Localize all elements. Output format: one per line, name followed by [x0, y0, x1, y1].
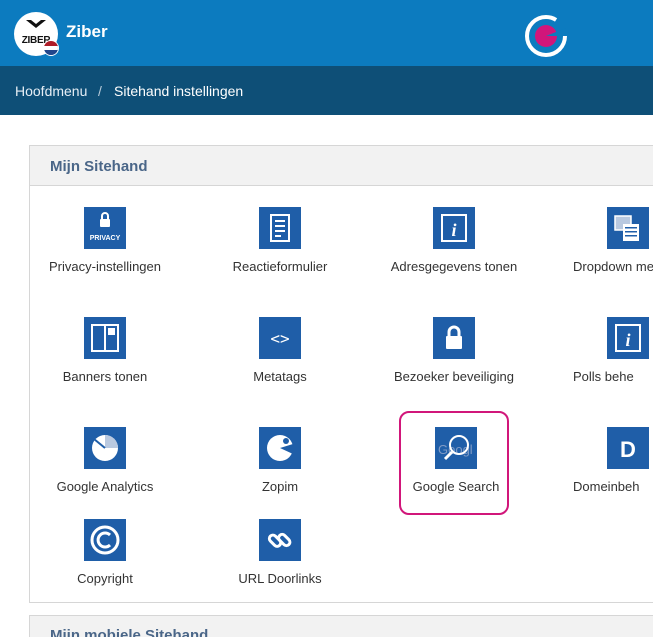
top-bar: ZIBER Ziber	[0, 0, 653, 66]
tile-bezoeker-beveiliging[interactable]: Bezoeker beveiliging	[394, 317, 514, 421]
tile-reactieformulier[interactable]: Reactieformulier	[225, 207, 335, 311]
search-magnifier-icon: Googl	[435, 427, 477, 469]
tile-metatags[interactable]: <> Metatags	[225, 317, 335, 421]
breadcrumb-current: Sitehand instellingen	[114, 83, 244, 99]
copyright-icon	[84, 519, 126, 561]
privacy-icon-text: PRIVACY	[90, 235, 121, 242]
tile-label: Copyright	[77, 571, 133, 586]
chat-icon	[259, 427, 301, 469]
tile-label: Domeinbeh	[573, 479, 640, 494]
tile-label: Banners tonen	[62, 369, 148, 384]
link-chain-icon	[259, 519, 301, 561]
tile-banners-tonen[interactable]: Banners tonen	[50, 317, 160, 421]
panel2-title: Mijn mobiele Sitehand	[50, 627, 209, 637]
breadcrumb: Hoofdmenu / Sitehand instellingen	[0, 66, 653, 115]
tile-label: Bezoeker beveiliging	[394, 369, 514, 384]
code-tags-icon: <>	[259, 317, 301, 359]
tile-label: Adresgegevens tonen	[390, 259, 518, 274]
mijn-mobiele-sitehand-panel: Mijn mobiele Sitehand	[29, 615, 653, 637]
tile-label: Metatags	[253, 369, 307, 384]
form-icon	[259, 207, 301, 249]
tile-domeinbeheer[interactable]: D Domeinbeh	[573, 427, 653, 531]
analytics-pie-icon	[84, 427, 126, 469]
breadcrumb-separator: /	[98, 83, 102, 99]
dutch-flag-icon	[43, 40, 59, 56]
tile-zopim[interactable]: Zopim	[225, 427, 335, 531]
tile-google-analytics[interactable]: Google Analytics	[50, 427, 160, 531]
ziber-bird-icon	[26, 20, 46, 28]
svg-text:i: i	[625, 330, 630, 350]
tile-label: Zopim	[261, 479, 299, 494]
tile-copyright[interactable]: Copyright	[50, 519, 160, 623]
panel-title: Mijn Sitehand	[50, 158, 148, 175]
tile-label: Privacy-instellingen	[49, 259, 161, 274]
info-icon: i	[433, 207, 475, 249]
tile-privacy-instellingen[interactable]: PRIVACY Privacy-instellingen	[49, 207, 161, 311]
ziber-logo[interactable]: ZIBER	[14, 12, 59, 56]
tile-label: Polls behe	[573, 369, 634, 384]
info-icon: i	[607, 317, 649, 359]
banner-icon	[84, 317, 126, 359]
tile-adresgegevens-tonen[interactable]: i Adresgegevens tonen	[391, 207, 517, 311]
tile-google-search[interactable]: Googl Google Search	[399, 411, 509, 515]
tile-polls-beheren[interactable]: i Polls behe	[573, 317, 653, 421]
panel-header: Mijn Sitehand	[30, 146, 653, 186]
svg-text:i: i	[451, 220, 456, 240]
tile-label: URL Doorlinks	[238, 571, 322, 586]
tile-url-doorlinks[interactable]: URL Doorlinks	[225, 519, 335, 623]
tile-label: Google Analytics	[56, 479, 154, 494]
tile-label: Reactieformulier	[232, 259, 328, 274]
breadcrumb-home-link[interactable]: Hoofdmenu	[15, 83, 87, 99]
brand-swirl-icon[interactable]	[522, 12, 570, 60]
dropdown-menu-icon	[607, 207, 649, 249]
metatags-icon-text: <>	[270, 329, 289, 348]
lock-icon	[433, 317, 475, 359]
domain-icon-text: D	[620, 437, 636, 462]
app-name: Ziber	[66, 22, 108, 41]
privacy-lock-icon: PRIVACY	[84, 207, 126, 249]
tile-label: Google Search	[412, 479, 500, 494]
mijn-sitehand-panel: Mijn Sitehand PRIVACY Privacy-instelling…	[29, 145, 653, 603]
tile-label: Dropdown me	[573, 259, 653, 274]
domain-icon: D	[607, 427, 649, 469]
tile-dropdown-menu[interactable]: Dropdown me	[573, 207, 653, 311]
